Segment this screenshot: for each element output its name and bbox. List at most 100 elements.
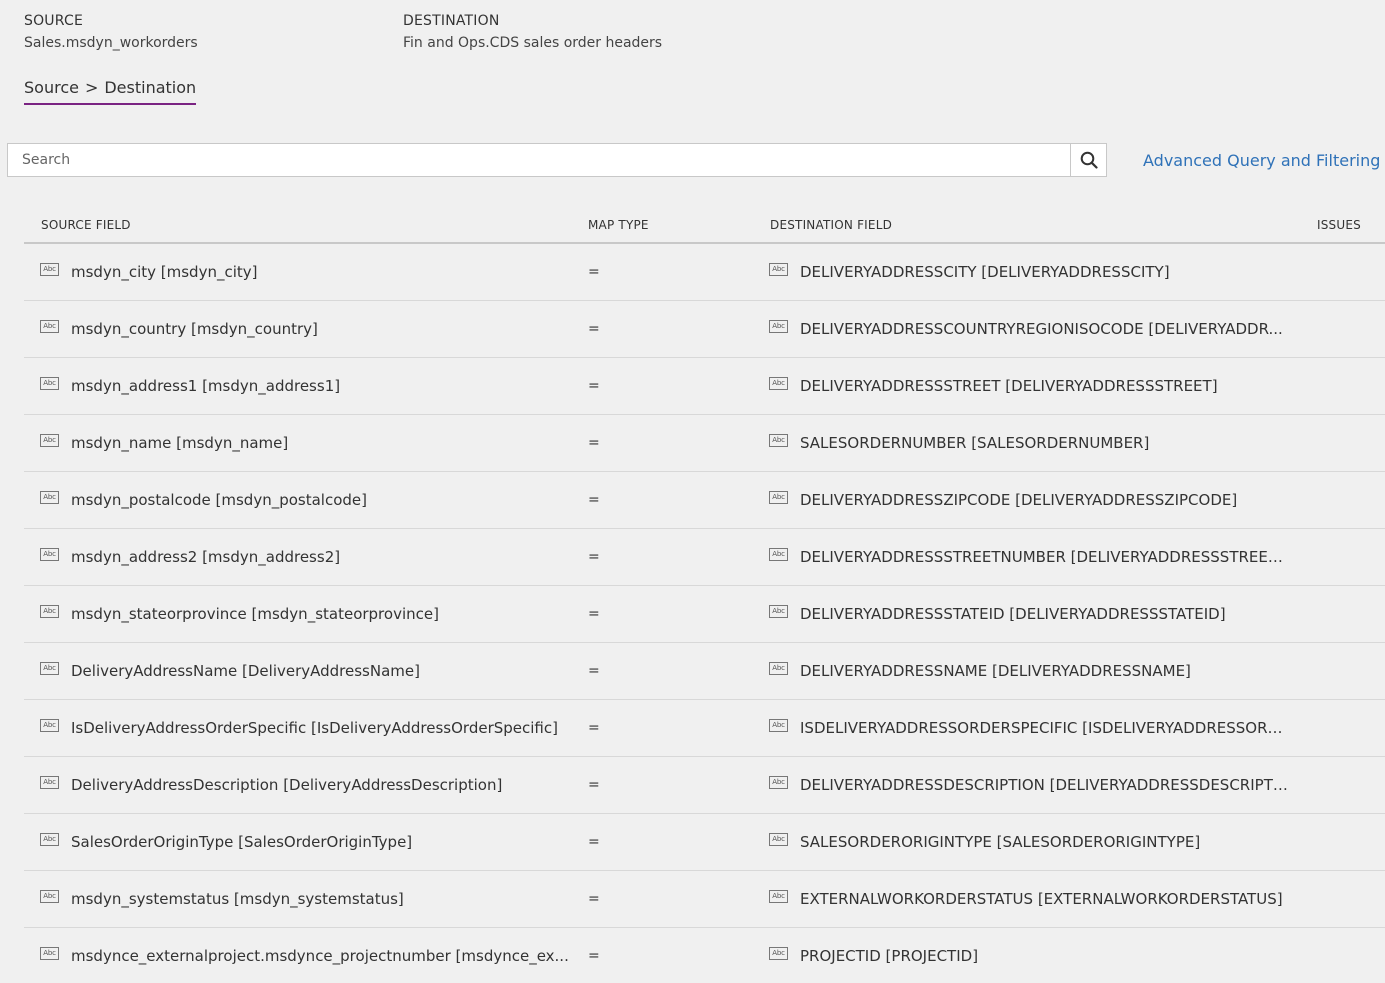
map-type-cell[interactable]: = [588, 244, 648, 300]
map-type-cell[interactable]: = [588, 814, 648, 870]
text-type-icon: Abc [769, 832, 788, 846]
map-type-value: = [588, 948, 600, 964]
text-type-icon: Abc [40, 376, 59, 390]
source-field-cell: Abc msdyn_address1 [msdyn_address1] [40, 358, 570, 414]
destination-field-name: DELIVERYADDRESSSTREETNUMBER [DELIVERYADD… [800, 548, 1289, 566]
table-row[interactable]: Abc DeliveryAddressDescription [DeliveryA… [24, 757, 1385, 814]
map-type-cell[interactable]: = [588, 301, 648, 357]
table-header: SOURCE FIELD MAP TYPE DESTINATION FIELD … [24, 208, 1385, 244]
map-type-cell[interactable]: = [588, 643, 648, 699]
table-row[interactable]: Abc msdynce_externalproject.msdynce_proje… [24, 928, 1385, 983]
destination-field-name: SALESORDERNUMBER [SALESORDERNUMBER] [800, 434, 1150, 452]
text-type-icon: Abc [40, 490, 59, 504]
destination-field-name: DELIVERYADDRESSNAME [DELIVERYADDRESSNAME… [800, 662, 1191, 680]
table-row[interactable]: Abc msdyn_address2 [msdyn_address2] = Abc DE… [24, 529, 1385, 586]
source-field-cell: Abc msdyn_systemstatus [msdyn_systemstatu… [40, 871, 570, 927]
destination-field-cell: Abc ISDELIVERYADDRESSORDERSPECIFIC [ISDEL… [769, 700, 1289, 756]
map-type-cell[interactable]: = [588, 529, 648, 585]
tab-source-to-destination[interactable]: Source > Destination [24, 78, 197, 105]
search-box [7, 143, 1107, 177]
tab-source-label: Source [24, 78, 79, 97]
map-type-value: = [588, 891, 600, 907]
search-input[interactable] [8, 144, 1072, 176]
destination-field-cell: Abc DELIVERYADDRESSDESCRIPTION [DELIVERYA… [769, 757, 1289, 813]
table-row[interactable]: Abc msdyn_systemstatus [msdyn_systemstatu… [24, 871, 1385, 928]
destination-field-cell: Abc DELIVERYADDRESSNAME [DELIVERYADDRESSN… [769, 643, 1289, 699]
column-header-source-field[interactable]: SOURCE FIELD [41, 218, 131, 232]
destination-field-name: DELIVERYADDRESSCITY [DELIVERYADDRESSCITY… [800, 263, 1170, 281]
text-type-icon: Abc [40, 946, 59, 960]
destination-field-cell: Abc DELIVERYADDRESSSTATEID [DELIVERYADDRE… [769, 586, 1289, 642]
source-field-name: msdynce_externalproject.msdynce_projectn… [71, 947, 569, 965]
table-row[interactable]: Abc SalesOrderOriginType [SalesOrderOrigi… [24, 814, 1385, 871]
map-type-value: = [588, 492, 600, 508]
destination-field-name: SALESORDERORIGINTYPE [SALESORDERORIGINTY… [800, 833, 1201, 851]
source-field-name: msdyn_city [msdyn_city] [71, 263, 258, 281]
source-info: SOURCE Sales.msdyn_workorders [24, 12, 198, 55]
map-type-value: = [588, 834, 600, 850]
text-type-icon: Abc [40, 832, 59, 846]
map-type-cell[interactable]: = [588, 757, 648, 813]
map-type-cell[interactable]: = [588, 415, 648, 471]
table-row[interactable]: Abc msdyn_address1 [msdyn_address1] = Abc DE… [24, 358, 1385, 415]
source-label: SOURCE [24, 13, 84, 29]
source-field-cell: Abc msdyn_address2 [msdyn_address2] [40, 529, 570, 585]
source-field-cell: Abc msdynce_externalproject.msdynce_proje… [40, 928, 570, 983]
text-type-icon: Abc [769, 262, 788, 276]
destination-field-name: DELIVERYADDRESSDESCRIPTION [DELIVERYADDR… [800, 776, 1289, 794]
source-field-cell: Abc msdyn_city [msdyn_city] [40, 244, 570, 300]
destination-field-cell: Abc PROJECTID [PROJECTID] [769, 928, 1289, 983]
map-type-cell[interactable]: = [588, 472, 648, 528]
map-type-value: = [588, 378, 600, 394]
map-type-value: = [588, 435, 600, 451]
column-header-destination-field[interactable]: DESTINATION FIELD [770, 218, 892, 232]
text-type-icon: Abc [769, 775, 788, 789]
table-row[interactable]: Abc msdyn_name [msdyn_name] = Abc SALESORDER… [24, 415, 1385, 472]
source-field-name: msdyn_address1 [msdyn_address1] [71, 377, 341, 395]
map-type-value: = [588, 549, 600, 565]
search-icon [1080, 151, 1098, 169]
source-field-name: msdyn_country [msdyn_country] [71, 320, 318, 338]
destination-field-cell: Abc DELIVERYADDRESSCOUNTRYREGIONISOCODE [… [769, 301, 1289, 357]
source-field-name: msdyn_stateorprovince [msdyn_stateorprov… [71, 605, 439, 623]
destination-field-cell: Abc DELIVERYADDRESSSTREETNUMBER [DELIVERY… [769, 529, 1289, 585]
table-row[interactable]: Abc msdyn_city [msdyn_city] = Abc DELIVERYAD… [24, 244, 1385, 301]
map-type-value: = [588, 777, 600, 793]
source-field-name: msdyn_address2 [msdyn_address2] [71, 548, 341, 566]
destination-value: Fin and Ops.CDS sales order headers [403, 35, 663, 51]
destination-field-cell: Abc EXTERNALWORKORDERSTATUS [EXTERNALWORK… [769, 871, 1289, 927]
search-button[interactable] [1070, 144, 1106, 176]
source-value: Sales.msdyn_workorders [24, 35, 198, 51]
text-type-icon: Abc [769, 319, 788, 333]
destination-field-cell: Abc SALESORDERORIGINTYPE [SALESORDERORIGI… [769, 814, 1289, 870]
advanced-query-link[interactable]: Advanced Query and Filtering [1143, 151, 1380, 170]
table-row[interactable]: Abc IsDeliveryAddressOrderSpecific [IsDel… [24, 700, 1385, 757]
column-header-map-type[interactable]: MAP TYPE [588, 218, 649, 232]
source-field-name: msdyn_systemstatus [msdyn_systemstatus] [71, 890, 404, 908]
column-header-issues[interactable]: ISSUES [1317, 218, 1361, 232]
tab-separator: > [84, 78, 99, 97]
map-type-cell[interactable]: = [588, 700, 648, 756]
map-type-cell[interactable]: = [588, 358, 648, 414]
text-type-icon: Abc [40, 718, 59, 732]
source-field-name: msdyn_name [msdyn_name] [71, 434, 289, 452]
text-type-icon: Abc [769, 433, 788, 447]
table-row[interactable]: Abc DeliveryAddressName [DeliveryAddressN… [24, 643, 1385, 700]
map-type-cell[interactable]: = [588, 928, 648, 983]
source-field-name: DeliveryAddressDescription [DeliveryAddr… [71, 776, 503, 794]
text-type-icon: Abc [769, 547, 788, 561]
tab-destination-label: Destination [104, 78, 197, 97]
text-type-icon: Abc [769, 946, 788, 960]
table-row[interactable]: Abc msdyn_stateorprovince [msdyn_stateorp… [24, 586, 1385, 643]
map-type-value: = [588, 720, 600, 736]
field-mapping-page: SOURCE Sales.msdyn_workorders DESTINATIO… [0, 0, 1385, 983]
destination-field-cell: Abc DELIVERYADDRESSZIPCODE [DELIVERYADDRE… [769, 472, 1289, 528]
map-type-cell[interactable]: = [588, 586, 648, 642]
text-type-icon: Abc [40, 661, 59, 675]
source-field-cell: Abc msdyn_stateorprovince [msdyn_stateorp… [40, 586, 570, 642]
table-row[interactable]: Abc msdyn_postalcode [msdyn_postalcode] = A… [24, 472, 1385, 529]
map-type-cell[interactable]: = [588, 871, 648, 927]
table-row[interactable]: Abc msdyn_country [msdyn_country] = Abc DELI… [24, 301, 1385, 358]
text-type-icon: Abc [769, 490, 788, 504]
destination-field-name: EXTERNALWORKORDERSTATUS [EXTERNALWORKORD… [800, 890, 1283, 908]
